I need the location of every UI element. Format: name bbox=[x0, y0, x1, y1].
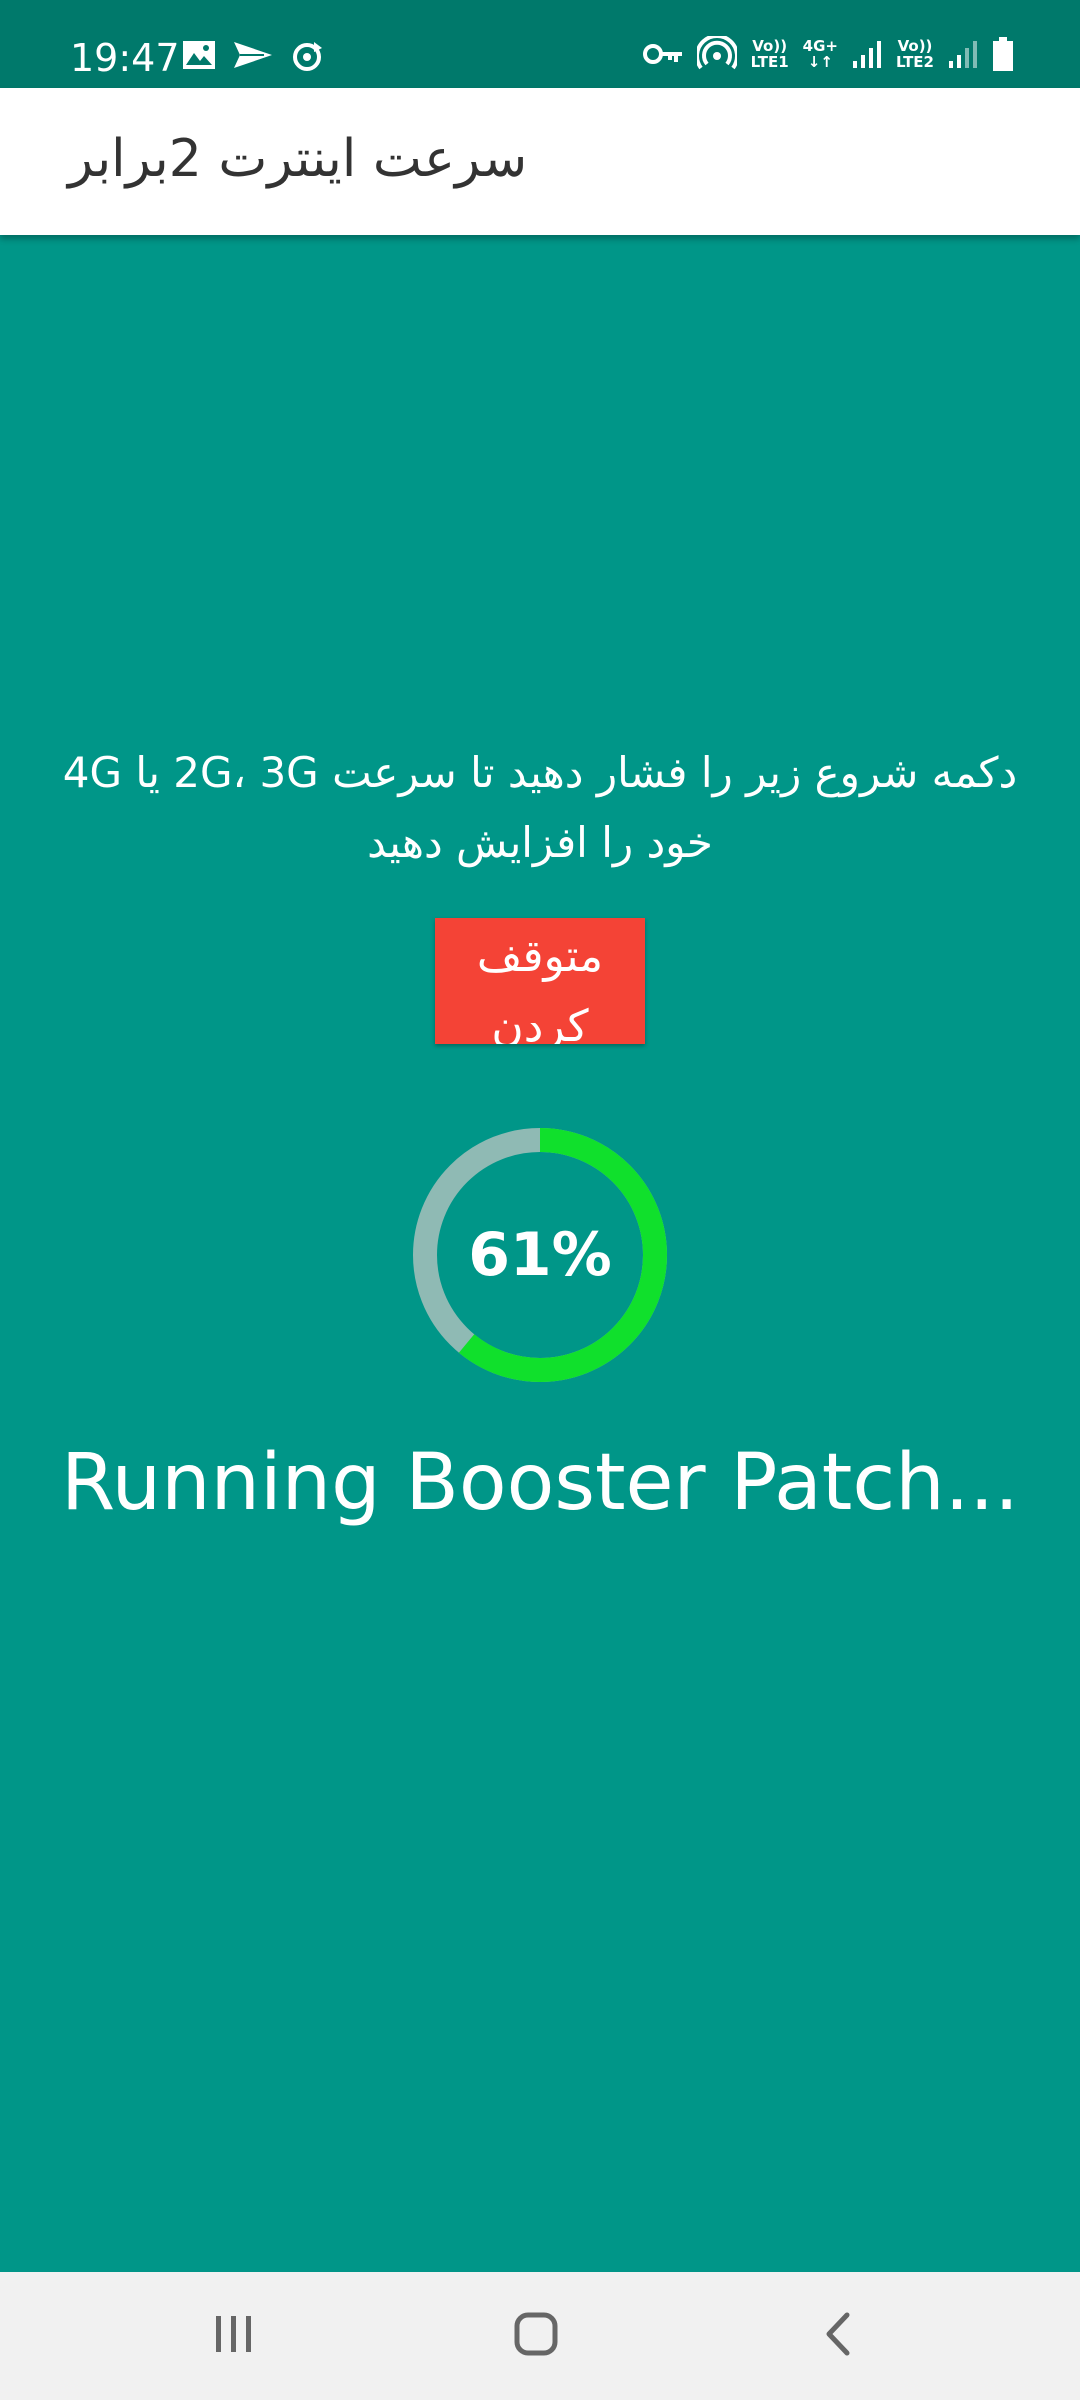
recent-apps-icon bbox=[212, 2314, 256, 2358]
instruction-text: دکمه شروع زیر را فشار دهید تا سرعت 2G، 3… bbox=[62, 748, 1018, 867]
sim1-label-bottom: LTE1 bbox=[750, 53, 789, 71]
network-type: 4G+ ↓↑ bbox=[803, 38, 838, 70]
vpn-key-icon bbox=[642, 42, 683, 66]
sim1-label-top: Vo)) bbox=[752, 37, 788, 55]
status-message: Running Booster Patch... bbox=[60, 1438, 1020, 1528]
status-right-icons: Vo)) LTE1 4G+ ↓↑ Vo)) LTE2 bbox=[642, 36, 1014, 72]
send-icon bbox=[234, 40, 272, 74]
back-icon bbox=[823, 2311, 853, 2361]
stop-button-label: متوقف کردن bbox=[476, 931, 604, 1044]
stop-button[interactable]: متوقف کردن bbox=[435, 918, 645, 1044]
sim1-label: Vo)) LTE1 bbox=[751, 38, 789, 70]
status-bar: 19:47 Vo)) LTE1 4G+ ↓↑ Vo)) LTE2 bbox=[0, 0, 1080, 88]
app-bar: سرعت اینترت 2برابر bbox=[0, 88, 1080, 235]
sim2-label-bottom: LTE2 bbox=[896, 53, 934, 71]
status-time: 19:47 bbox=[70, 36, 180, 80]
network-type-label: 4G+ bbox=[802, 37, 838, 55]
home-icon bbox=[513, 2311, 559, 2361]
sim2-label-top: Vo)) bbox=[897, 37, 933, 55]
signal-sim2-icon bbox=[948, 39, 978, 69]
sync-icon bbox=[290, 40, 324, 74]
home-button[interactable] bbox=[476, 2306, 596, 2366]
status-left-icons bbox=[182, 40, 324, 74]
battery-icon bbox=[992, 37, 1014, 71]
app-title: سرعت اینترت 2برابر bbox=[68, 129, 528, 189]
nav-bar bbox=[0, 2272, 1080, 2400]
back-button[interactable] bbox=[778, 2306, 898, 2366]
progress-percent: 61% bbox=[468, 1220, 612, 1290]
hotspot-icon bbox=[696, 36, 737, 72]
sim2-label: Vo)) LTE2 bbox=[896, 38, 934, 70]
recent-apps-button[interactable] bbox=[174, 2306, 294, 2366]
image-icon bbox=[182, 40, 216, 74]
signal-sim1-icon bbox=[852, 39, 882, 69]
progress-ring: 61% bbox=[410, 1125, 670, 1385]
data-arrows-icon: ↓↑ bbox=[807, 53, 833, 71]
